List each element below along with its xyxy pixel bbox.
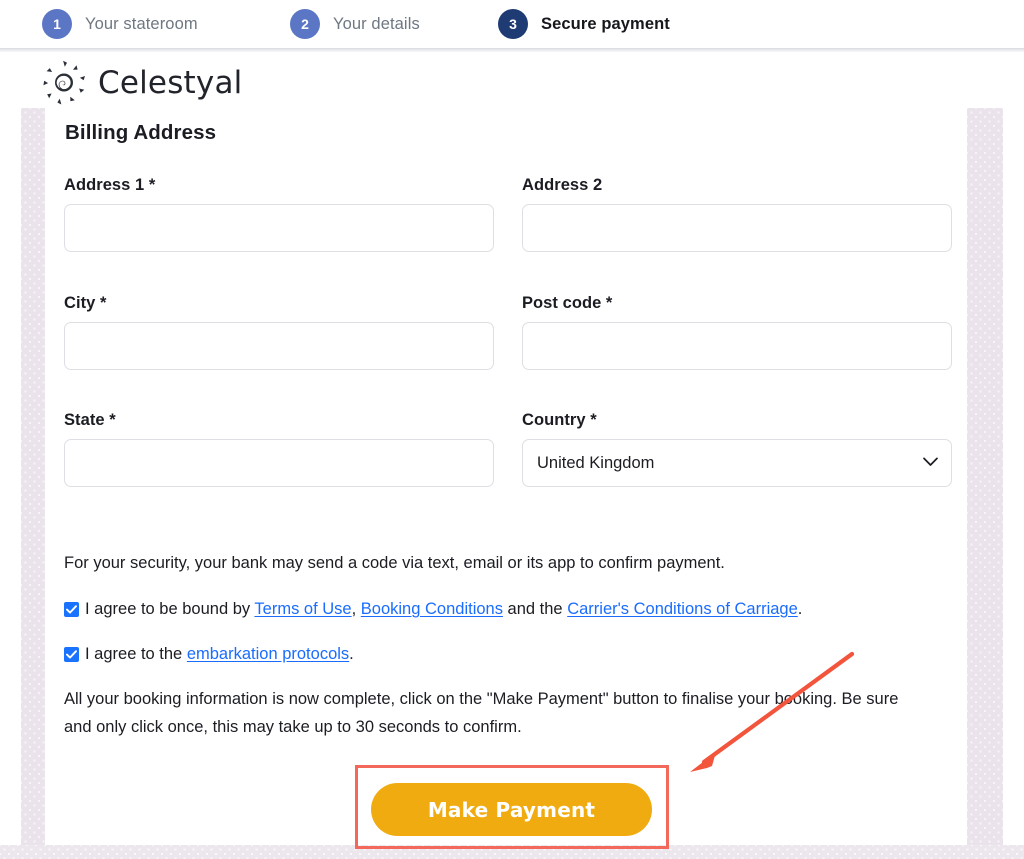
city-label: City * [64,294,107,312]
checkmark-icon [66,605,77,614]
terms-sep2: and the [502,600,568,618]
step-2-label: Your details [333,14,420,33]
field-address2: Address 2 [522,176,952,252]
checkout-step-bar: 1 Your stateroom 2 Your details 3 Secure… [0,0,1024,48]
step-secure-payment[interactable]: 3 Secure payment [498,9,670,39]
embarkation-suffix: . [349,645,354,663]
page-title: Billing Address [65,121,217,144]
booking-conditions-link[interactable]: Booking Conditions [361,600,503,618]
step-2-number-badge: 2 [290,9,320,39]
checkmark-icon [66,650,77,659]
terms-sep1: , [351,600,361,618]
step-3-number-badge: 3 [498,9,528,39]
celestyal-sun-spiral-icon [43,60,85,105]
state-label: State * [64,411,116,429]
embarkation-checkbox[interactable] [64,647,79,662]
terms-of-use-link[interactable]: Terms of Use [254,600,351,618]
billing-address-card: Billing Address Address 1 * Address 2 Ci… [45,108,967,845]
step-1-number-badge: 1 [42,9,72,39]
bottom-decorative-band [0,845,1024,859]
make-payment-button[interactable]: Make Payment [371,783,652,836]
consent-row-terms: I agree to be bound by Terms of Use, Boo… [64,598,944,621]
security-note: For your security, your bank may send a … [64,554,725,572]
brand-name: Celestyal [98,65,243,101]
carriers-conditions-link[interactable]: Carrier's Conditions of Carriage [567,600,798,618]
address2-input[interactable] [522,204,952,252]
country-select[interactable]: United Kingdom [522,439,952,487]
step-1-label: Your stateroom [85,14,198,33]
field-country: Country * United Kingdom [522,411,952,487]
country-label: Country * [522,411,597,429]
brand-logo[interactable]: Celestyal [40,60,242,106]
postcode-input[interactable] [522,322,952,370]
city-input[interactable] [64,322,494,370]
terms-checkbox[interactable] [64,602,79,617]
embarkation-protocols-link[interactable]: embarkation protocols [187,645,349,663]
payment-page: 1 Your stateroom 2 Your details 3 Secure… [0,0,1024,859]
field-state: State * [64,411,494,487]
embarkation-consent-text: I agree to the embarkation protocols. [85,643,354,666]
left-page-margin [0,108,21,859]
stepbar-divider [0,48,1024,52]
right-decorative-band [967,108,1003,859]
terms-consent-text: I agree to be bound by Terms of Use, Boo… [85,598,802,621]
address1-label: Address 1 * [64,176,156,194]
embarkation-prefix: I agree to the [85,645,187,663]
left-decorative-band [21,108,45,859]
field-city: City * [64,294,494,370]
step-your-details[interactable]: 2 Your details [290,9,420,39]
address2-label: Address 2 [522,176,603,194]
address1-input[interactable] [64,204,494,252]
terms-prefix: I agree to be bound by [85,600,255,618]
consent-row-embarkation: I agree to the embarkation protocols. [64,643,944,666]
field-address1: Address 1 * [64,176,494,252]
state-input[interactable] [64,439,494,487]
step-your-stateroom[interactable]: 1 Your stateroom [42,9,198,39]
final-instructions: All your booking information is now comp… [64,690,899,736]
field-postcode: Post code * [522,294,952,370]
step-3-label: Secure payment [541,14,670,33]
terms-suffix: . [797,600,803,618]
postcode-label: Post code * [522,294,613,312]
